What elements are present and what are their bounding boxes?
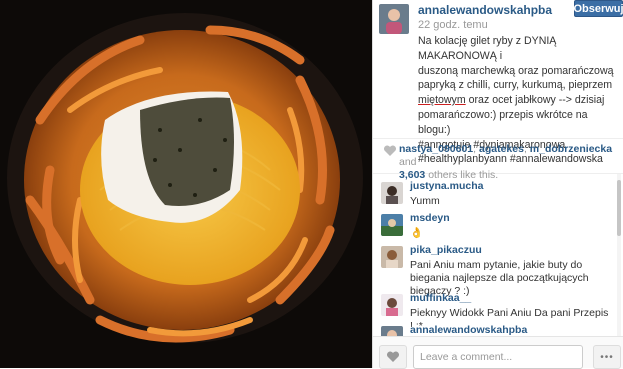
post-photo[interactable] — [0, 0, 372, 368]
like-button[interactable] — [379, 345, 407, 369]
commenter-avatar[interactable] — [381, 246, 403, 268]
commenter-avatar[interactable] — [381, 214, 403, 236]
heart-icon — [383, 145, 397, 156]
likes-bar: nastya_090601, agatekes, m_dobrzeniecka … — [373, 138, 623, 181]
comments-scrollbar-thumb[interactable] — [617, 180, 621, 236]
post-header: annalewandowskahpba 22 godz. temu Obserw… — [373, 0, 623, 165]
comment-item: annalewandowskahpba — [373, 318, 613, 336]
comments-list[interactable]: justyna.mucha Yumm msdeyn 👌 pika_pikaczu… — [373, 174, 623, 336]
likes-and: and — [399, 156, 417, 168]
commenter-username[interactable]: msdeyn — [410, 212, 450, 224]
post-sidebar: annalewandowskahpba 22 godz. temu Obserw… — [372, 0, 623, 369]
commenter-username[interactable]: muffinkaa__ — [410, 292, 471, 304]
caption-line: Na kolację gilet ryby z DYNIĄ MAKARONOWĄ… — [418, 35, 557, 62]
commenter-username[interactable]: pika_pikaczuu — [410, 244, 482, 256]
liker-link[interactable]: m_dobrzeniecka — [530, 143, 612, 155]
more-options-button[interactable]: ••• — [593, 345, 621, 369]
more-icon: ••• — [600, 351, 614, 363]
comment-footer: ••• — [373, 336, 623, 369]
caption-line: pomarańczowo:) przepis wkrótce na blogu:… — [418, 108, 588, 136]
commenter-avatar[interactable] — [381, 182, 403, 204]
caption-line-tail: oraz ocet jabłkowy --> dzisiaj — [468, 94, 605, 107]
liker-link[interactable]: agatekes — [479, 143, 524, 155]
author-username[interactable]: annalewandowskahpba — [418, 3, 552, 17]
comment-item: pika_pikaczuu Pani Aniu mam pytanie, jak… — [373, 238, 613, 297]
heart-button-icon — [386, 351, 400, 362]
post-timestamp: 22 godz. temu — [418, 19, 488, 31]
commenter-username[interactable]: annalewandowskahpba — [410, 324, 527, 336]
author-avatar[interactable] — [379, 4, 409, 34]
commenter-avatar[interactable] — [381, 294, 403, 316]
commenter-avatar[interactable] — [381, 326, 403, 336]
commenter-username[interactable]: justyna.mucha — [410, 180, 484, 192]
follow-button[interactable]: Obserwuj — [573, 0, 623, 17]
liker-link[interactable]: nastya_090601 — [399, 143, 473, 155]
comment-input[interactable] — [413, 345, 583, 369]
caption-line: duszoną marchewką oraz pomarańczową — [418, 64, 614, 77]
caption-underlined-word: miętowym — [418, 94, 466, 107]
caption-line: papryką z chilli, curry, kurkumą, pieprz… — [418, 79, 613, 92]
food-photo — [0, 0, 372, 368]
caption-line: miętowym oraz ocet jabłkowy --> dzisiaj — [418, 93, 618, 108]
